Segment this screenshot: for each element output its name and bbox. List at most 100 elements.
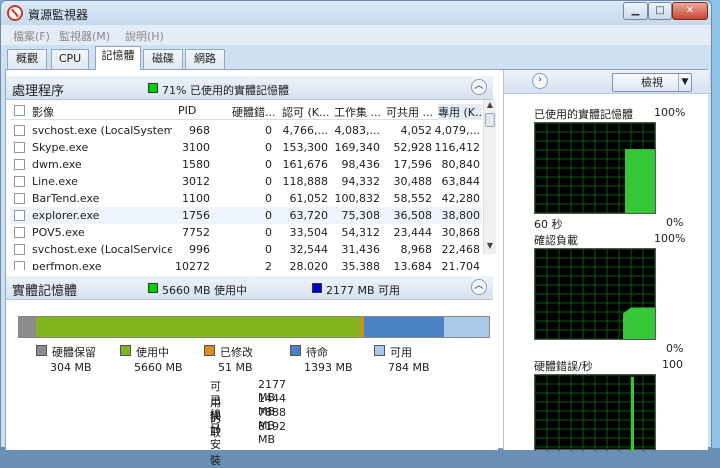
table-cell: 38,800 bbox=[441, 209, 481, 222]
table-cell: 4,083,... bbox=[334, 124, 380, 137]
graph-min-commit: 0% bbox=[666, 342, 684, 355]
table-row[interactable]: svchost.exe (LocalSystemNe... 968 0 4,766,.… bbox=[10, 122, 482, 139]
tab-network[interactable]: 網路 bbox=[185, 49, 225, 69]
row-checkbox[interactable] bbox=[14, 159, 25, 170]
table-cell: 161,676 bbox=[282, 158, 329, 171]
in-use-summary: 5660 MB 使用中 bbox=[162, 284, 248, 297]
expand-icon[interactable]: › bbox=[532, 73, 548, 89]
graph-min-physical: 0% bbox=[666, 216, 684, 229]
menu-file[interactable]: 檔案(F) bbox=[13, 28, 50, 44]
table-cell: 1100 bbox=[182, 192, 210, 205]
table-cell: 996 bbox=[189, 243, 210, 256]
legend-swatch bbox=[204, 345, 215, 356]
legend-label: 可用 bbox=[390, 346, 412, 359]
maximize-button[interactable]: □ bbox=[648, 2, 672, 20]
legend-value: 51 MB bbox=[218, 361, 253, 374]
table-cell: 0 bbox=[265, 158, 272, 171]
legend-label: 硬體保留 bbox=[52, 346, 96, 359]
column-pid[interactable]: PID bbox=[178, 104, 222, 117]
graph-title-commit: 確認負載 bbox=[534, 234, 578, 247]
legend-value: 5660 MB bbox=[134, 361, 183, 374]
table-cell: 169,340 bbox=[334, 141, 381, 154]
table-cell: 0 bbox=[265, 192, 272, 205]
close-button[interactable]: ✕ bbox=[672, 2, 708, 20]
table-cell: 94,332 bbox=[341, 175, 381, 188]
graph-spike bbox=[631, 377, 634, 451]
table-row[interactable]: Skype.exe 3100 0 153,300 169,340 52,928 116,41… bbox=[10, 139, 482, 156]
column-shareable[interactable]: 可共用 ... bbox=[386, 104, 434, 120]
row-checkbox[interactable] bbox=[14, 244, 25, 255]
table-cell: 63,844 bbox=[441, 175, 481, 188]
tab-strip: 概觀 CPU 記憶體 磁碟 網路 bbox=[1, 45, 711, 70]
scroll-thumb[interactable] bbox=[485, 113, 495, 127]
row-checkbox[interactable] bbox=[14, 227, 25, 238]
tab-memory[interactable]: 記憶體 bbox=[95, 46, 141, 70]
table-cell: 153,300 bbox=[282, 141, 329, 154]
legend-swatch bbox=[290, 345, 301, 356]
row-checkbox[interactable] bbox=[14, 142, 25, 153]
graph-max-physical: 100% bbox=[654, 106, 686, 119]
table-cell: 4,052 bbox=[400, 124, 433, 137]
table-cell: svchost.exe (LocalService) bbox=[32, 243, 172, 256]
table-cell: 116,412 bbox=[434, 141, 481, 154]
table-row[interactable]: svchost.exe (LocalService) 996 0 32,544 31,4… bbox=[10, 241, 482, 258]
scroll-down-icon[interactable]: ▼ bbox=[484, 241, 496, 254]
physical-memory-title: 實體記憶體 bbox=[12, 284, 78, 299]
tab-disk[interactable]: 磁碟 bbox=[143, 49, 183, 69]
row-checkbox[interactable] bbox=[14, 125, 25, 136]
column-commit[interactable]: 認可 (K... bbox=[282, 104, 332, 120]
minimize-button[interactable]: ▁ bbox=[623, 2, 648, 20]
column-working-set[interactable]: 工作集 ... bbox=[334, 104, 382, 120]
table-row[interactable]: BarTend.exe 1100 0 61,052 100,832 58,552 42,28… bbox=[10, 190, 482, 207]
legend-swatch bbox=[36, 345, 47, 356]
view-button[interactable]: 檢視 ▼ bbox=[612, 73, 692, 92]
processes-header[interactable]: 處理程序 71% 已使用的實體記憶體 ︿ bbox=[6, 76, 493, 100]
process-scrollbar[interactable]: ▲ ▼ bbox=[483, 100, 496, 254]
menu-monitor[interactable]: 監視器(M) bbox=[59, 28, 110, 44]
column-private[interactable]: 專用 (K... bbox=[438, 104, 482, 120]
table-cell: 3100 bbox=[182, 141, 210, 154]
column-image[interactable]: 影像 bbox=[32, 104, 162, 120]
table-cell: Line.exe bbox=[32, 175, 78, 188]
menu-bar: 檔案(F) 監視器(M) 說明(H) bbox=[1, 25, 711, 45]
graph-time-label: 60 秒 bbox=[534, 218, 563, 231]
collapse-icon[interactable]: ︿ bbox=[471, 279, 487, 295]
table-cell: 61,052 bbox=[289, 192, 329, 205]
scroll-up-icon[interactable]: ▲ bbox=[484, 100, 496, 113]
view-label: 檢視 bbox=[641, 76, 663, 89]
memory-usage-bar bbox=[18, 316, 490, 338]
resource-monitor-icon bbox=[7, 5, 23, 21]
table-cell: 54,312 bbox=[341, 226, 381, 239]
resource-monitor-window: 資源監視器 ▁ □ ✕ 檔案(F) 監視器(M) 說明(H) 概觀 CPU 記憶… bbox=[0, 0, 712, 467]
row-checkbox[interactable] bbox=[14, 210, 25, 221]
physical-memory-header[interactable]: 實體記憶體 5660 MB 使用中 2177 MB 可用 ︿ bbox=[6, 276, 493, 300]
graph-physical-memory bbox=[534, 122, 656, 214]
tab-overview[interactable]: 概觀 bbox=[7, 49, 47, 69]
row-checkbox[interactable] bbox=[14, 176, 25, 187]
menu-help[interactable]: 說明(H) bbox=[125, 28, 164, 44]
bar-segment bbox=[19, 317, 36, 337]
dropdown-arrow-icon[interactable]: ▼ bbox=[678, 74, 691, 91]
table-row[interactable]: dwm.exe 1580 0 161,676 98,436 17,596 80,840 bbox=[10, 156, 482, 173]
table-cell: 23,444 bbox=[393, 226, 433, 239]
collapse-icon[interactable]: ︿ bbox=[471, 79, 487, 95]
table-row[interactable]: POV5.exe 7752 0 33,504 54,312 23,444 30,868 bbox=[10, 224, 482, 241]
graphs-header: › 檢視 ▼ bbox=[504, 70, 709, 94]
table-cell: 4,079,... bbox=[434, 124, 480, 137]
stat-value: 8192 MB bbox=[258, 420, 286, 446]
table-row[interactable]: Line.exe 3012 0 118,888 94,332 30,488 63,844 bbox=[10, 173, 482, 190]
row-checkbox[interactable] bbox=[14, 193, 25, 204]
processes-title: 處理程序 bbox=[12, 84, 65, 99]
table-cell: 30,868 bbox=[441, 226, 481, 239]
column-hard-faults[interactable]: 硬體錯... bbox=[232, 104, 276, 120]
available-summary: 2177 MB 可用 bbox=[326, 284, 401, 297]
tab-content: 處理程序 71% 已使用的實體記憶體 ︿ 影像 PID 硬體錯... 認可 (K… bbox=[5, 69, 709, 467]
select-all-checkbox[interactable] bbox=[14, 105, 25, 116]
memory-usage-swatch bbox=[148, 83, 158, 93]
tab-cpu[interactable]: CPU bbox=[51, 49, 89, 69]
table-cell: 32,544 bbox=[289, 243, 329, 256]
table-cell: Skype.exe bbox=[32, 141, 89, 154]
title-bar[interactable]: 資源監視器 ▁ □ ✕ bbox=[1, 1, 711, 25]
table-row[interactable]: explorer.exe 1756 0 63,720 75,308 36,508 38,80… bbox=[10, 207, 482, 224]
table-cell: POV5.exe bbox=[32, 226, 85, 239]
